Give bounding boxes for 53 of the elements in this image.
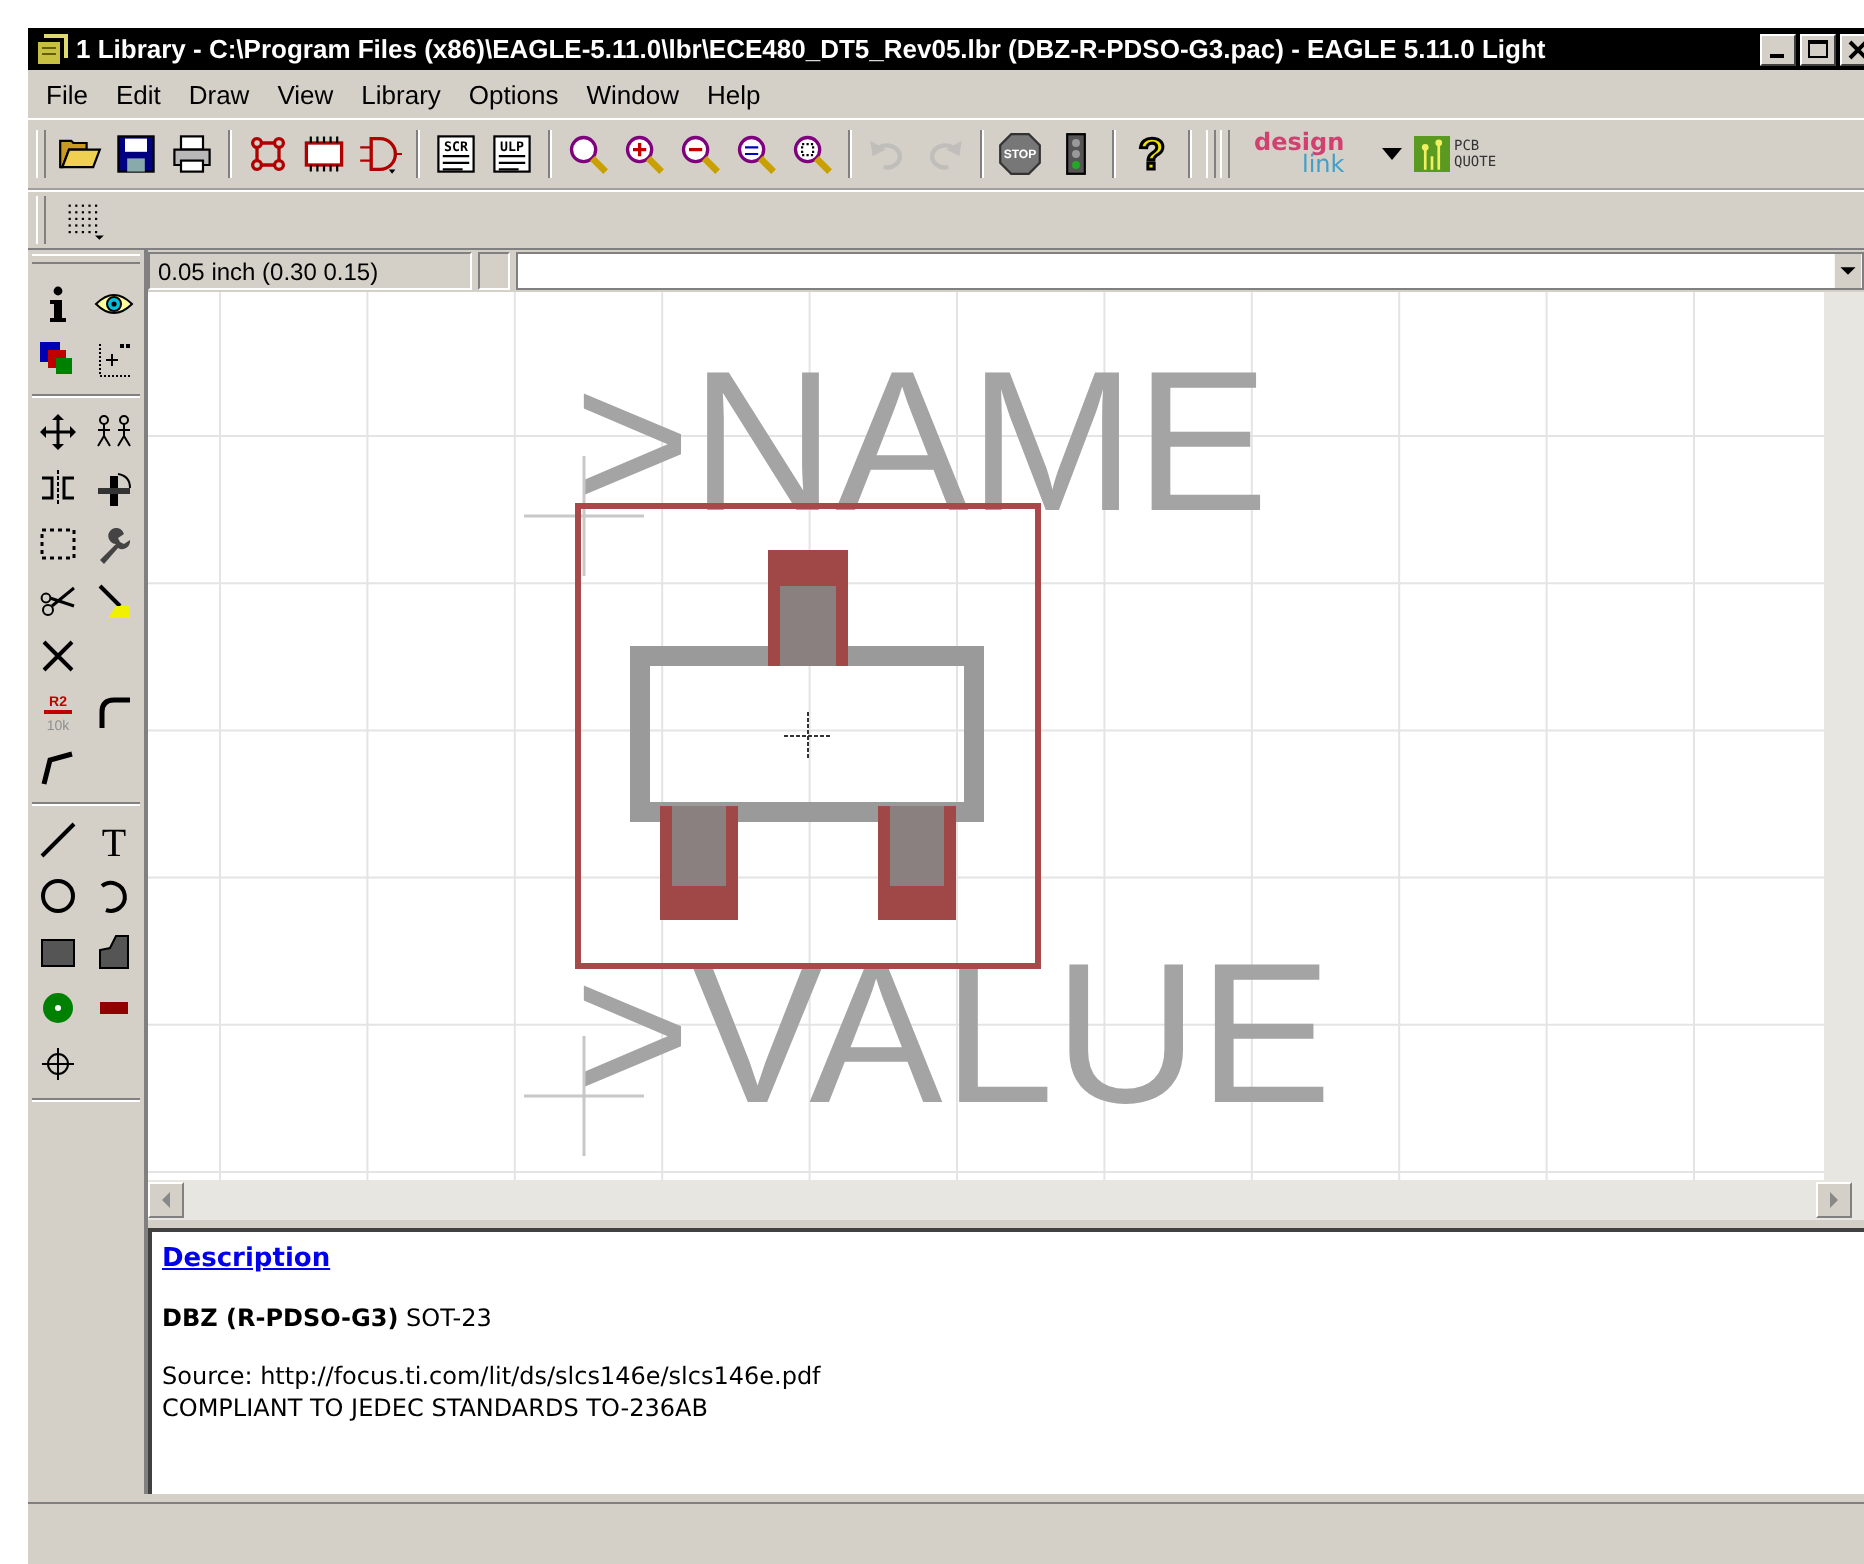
package-title: DBZ (R-PDSO-G3) SOT-23 — [162, 1304, 492, 1332]
description-link[interactable]: Description — [162, 1244, 331, 1274]
text-icon[interactable]: T — [94, 820, 134, 860]
polygon-icon[interactable] — [94, 932, 134, 972]
help-icon[interactable]: ? — [1130, 132, 1174, 176]
printer-icon[interactable] — [170, 132, 214, 176]
menu-item[interactable]: Draw — [174, 75, 264, 113]
package-body-outline[interactable] — [630, 646, 984, 822]
app-icon — [36, 33, 68, 65]
menu-item[interactable]: Library — [347, 75, 455, 113]
menu-item[interactable]: Options — [454, 75, 573, 113]
scroll-right-icon[interactable] — [1816, 1182, 1852, 1218]
mark-icon[interactable] — [94, 340, 134, 380]
circuit-icon[interactable] — [246, 132, 290, 176]
maximize-icon[interactable] — [1800, 33, 1836, 65]
figures-icon[interactable] — [94, 412, 134, 452]
chip-icon[interactable] — [302, 132, 346, 176]
toggle-box[interactable] — [478, 252, 510, 290]
circle-icon[interactable] — [38, 876, 78, 916]
paste-icon[interactable] — [94, 580, 134, 620]
menu-item[interactable]: Window — [572, 75, 693, 113]
zoom-fit-icon[interactable] — [566, 132, 610, 176]
split-icon[interactable] — [38, 748, 78, 788]
zoom-in-icon[interactable] — [622, 132, 666, 176]
zoom-select-icon[interactable] — [790, 132, 834, 176]
description-text: Source: http://focus.ti.com/lit/ds/slcs146e/slcs146e.pdf — [162, 1362, 821, 1390]
move-icon[interactable] — [38, 412, 78, 452]
line-icon[interactable] — [38, 820, 78, 860]
dropdown-caret-icon[interactable] — [1382, 148, 1402, 160]
coordinate-display: 0.05 inch (0.30 0.15) — [148, 252, 472, 290]
gate-icon[interactable] — [358, 132, 402, 176]
window-title: 1 Library - C:\Program Files (x86)\EAGLE-5.11.0\lbr\ECE480_DT5_Rev05.lbr (DBZ-R-PDSO-G3.pac) - EAGLE 5.11.0 Light — [76, 34, 1548, 64]
menu-item[interactable]: Edit — [101, 75, 175, 113]
minimize-icon[interactable] — [1760, 33, 1796, 65]
menu-item[interactable]: File — [32, 75, 102, 113]
miter-icon[interactable] — [94, 692, 134, 732]
command-field[interactable] — [516, 252, 1864, 290]
description-text: COMPLIANT TO JEDEC STANDARDS TO-236AB — [162, 1394, 708, 1422]
selection-rectangle-icon[interactable] — [38, 524, 78, 564]
zoom-redraw-icon[interactable] — [734, 132, 778, 176]
rotate-icon[interactable] — [94, 468, 134, 508]
horizontal-scrollbar[interactable] — [148, 1180, 1864, 1220]
layers-icon[interactable] — [38, 340, 78, 380]
zoom-out-icon[interactable] — [678, 132, 722, 176]
pad-icon[interactable] — [38, 988, 78, 1028]
hole-icon[interactable] — [38, 1044, 78, 1084]
scroll-left-icon[interactable] — [148, 1182, 184, 1218]
menu-item[interactable]: View — [263, 75, 348, 113]
mirror-icon[interactable] — [38, 468, 78, 508]
menu-item[interactable]: Help — [692, 75, 775, 113]
delete-icon[interactable] — [38, 636, 78, 676]
crosshair — [783, 711, 833, 761]
vertical-scrollbar[interactable] — [1824, 292, 1864, 1180]
